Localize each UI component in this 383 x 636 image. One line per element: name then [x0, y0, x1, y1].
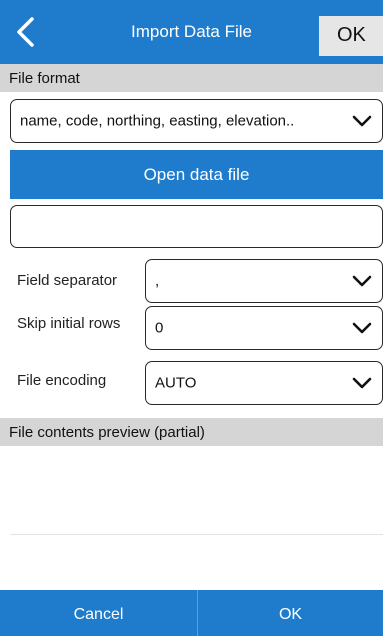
file-format-label: File format [9, 70, 80, 87]
title-bar: Import Data File OK [0, 0, 383, 64]
file-format-section-header: File format [0, 64, 383, 92]
file-format-value: name, code, northing, easting, elevation… [20, 112, 295, 130]
cancel-button-label: Cancel [73, 606, 124, 623]
chevron-down-icon [352, 322, 372, 334]
chevron-down-icon [352, 377, 372, 389]
preview-section-header: File contents preview (partial) [0, 418, 383, 446]
ok-header-button[interactable]: OK [319, 16, 383, 56]
skip-initial-rows-select[interactable]: 0 [145, 306, 383, 350]
footer-bar: Cancel OK [0, 590, 383, 636]
skip-initial-rows-label: Skip initial rows [17, 315, 121, 332]
ok-button-label: OK [278, 606, 303, 623]
file-format-select[interactable]: name, code, northing, easting, elevation… [10, 99, 383, 143]
chevron-down-icon [352, 115, 372, 127]
chevron-down-icon [352, 275, 372, 287]
cancel-button[interactable]: Cancel [0, 590, 197, 636]
ok-header-label: OK [337, 24, 366, 46]
field-separator-value: , [155, 272, 160, 290]
file-contents-preview [10, 450, 383, 535]
field-separator-select[interactable]: , [145, 259, 383, 303]
preview-section-label: File contents preview (partial) [9, 424, 205, 441]
open-data-file-label: Open data file [143, 165, 250, 184]
file-encoding-select[interactable]: AUTO [145, 361, 383, 405]
file-encoding-value: AUTO [155, 374, 197, 392]
ok-button[interactable]: OK [198, 590, 383, 636]
field-separator-label: Field separator [17, 272, 118, 289]
open-data-file-button[interactable]: Open data file [10, 150, 383, 199]
file-encoding-label: File encoding [17, 372, 107, 389]
file-path-field[interactable] [10, 205, 383, 248]
skip-initial-rows-value: 0 [155, 319, 164, 337]
